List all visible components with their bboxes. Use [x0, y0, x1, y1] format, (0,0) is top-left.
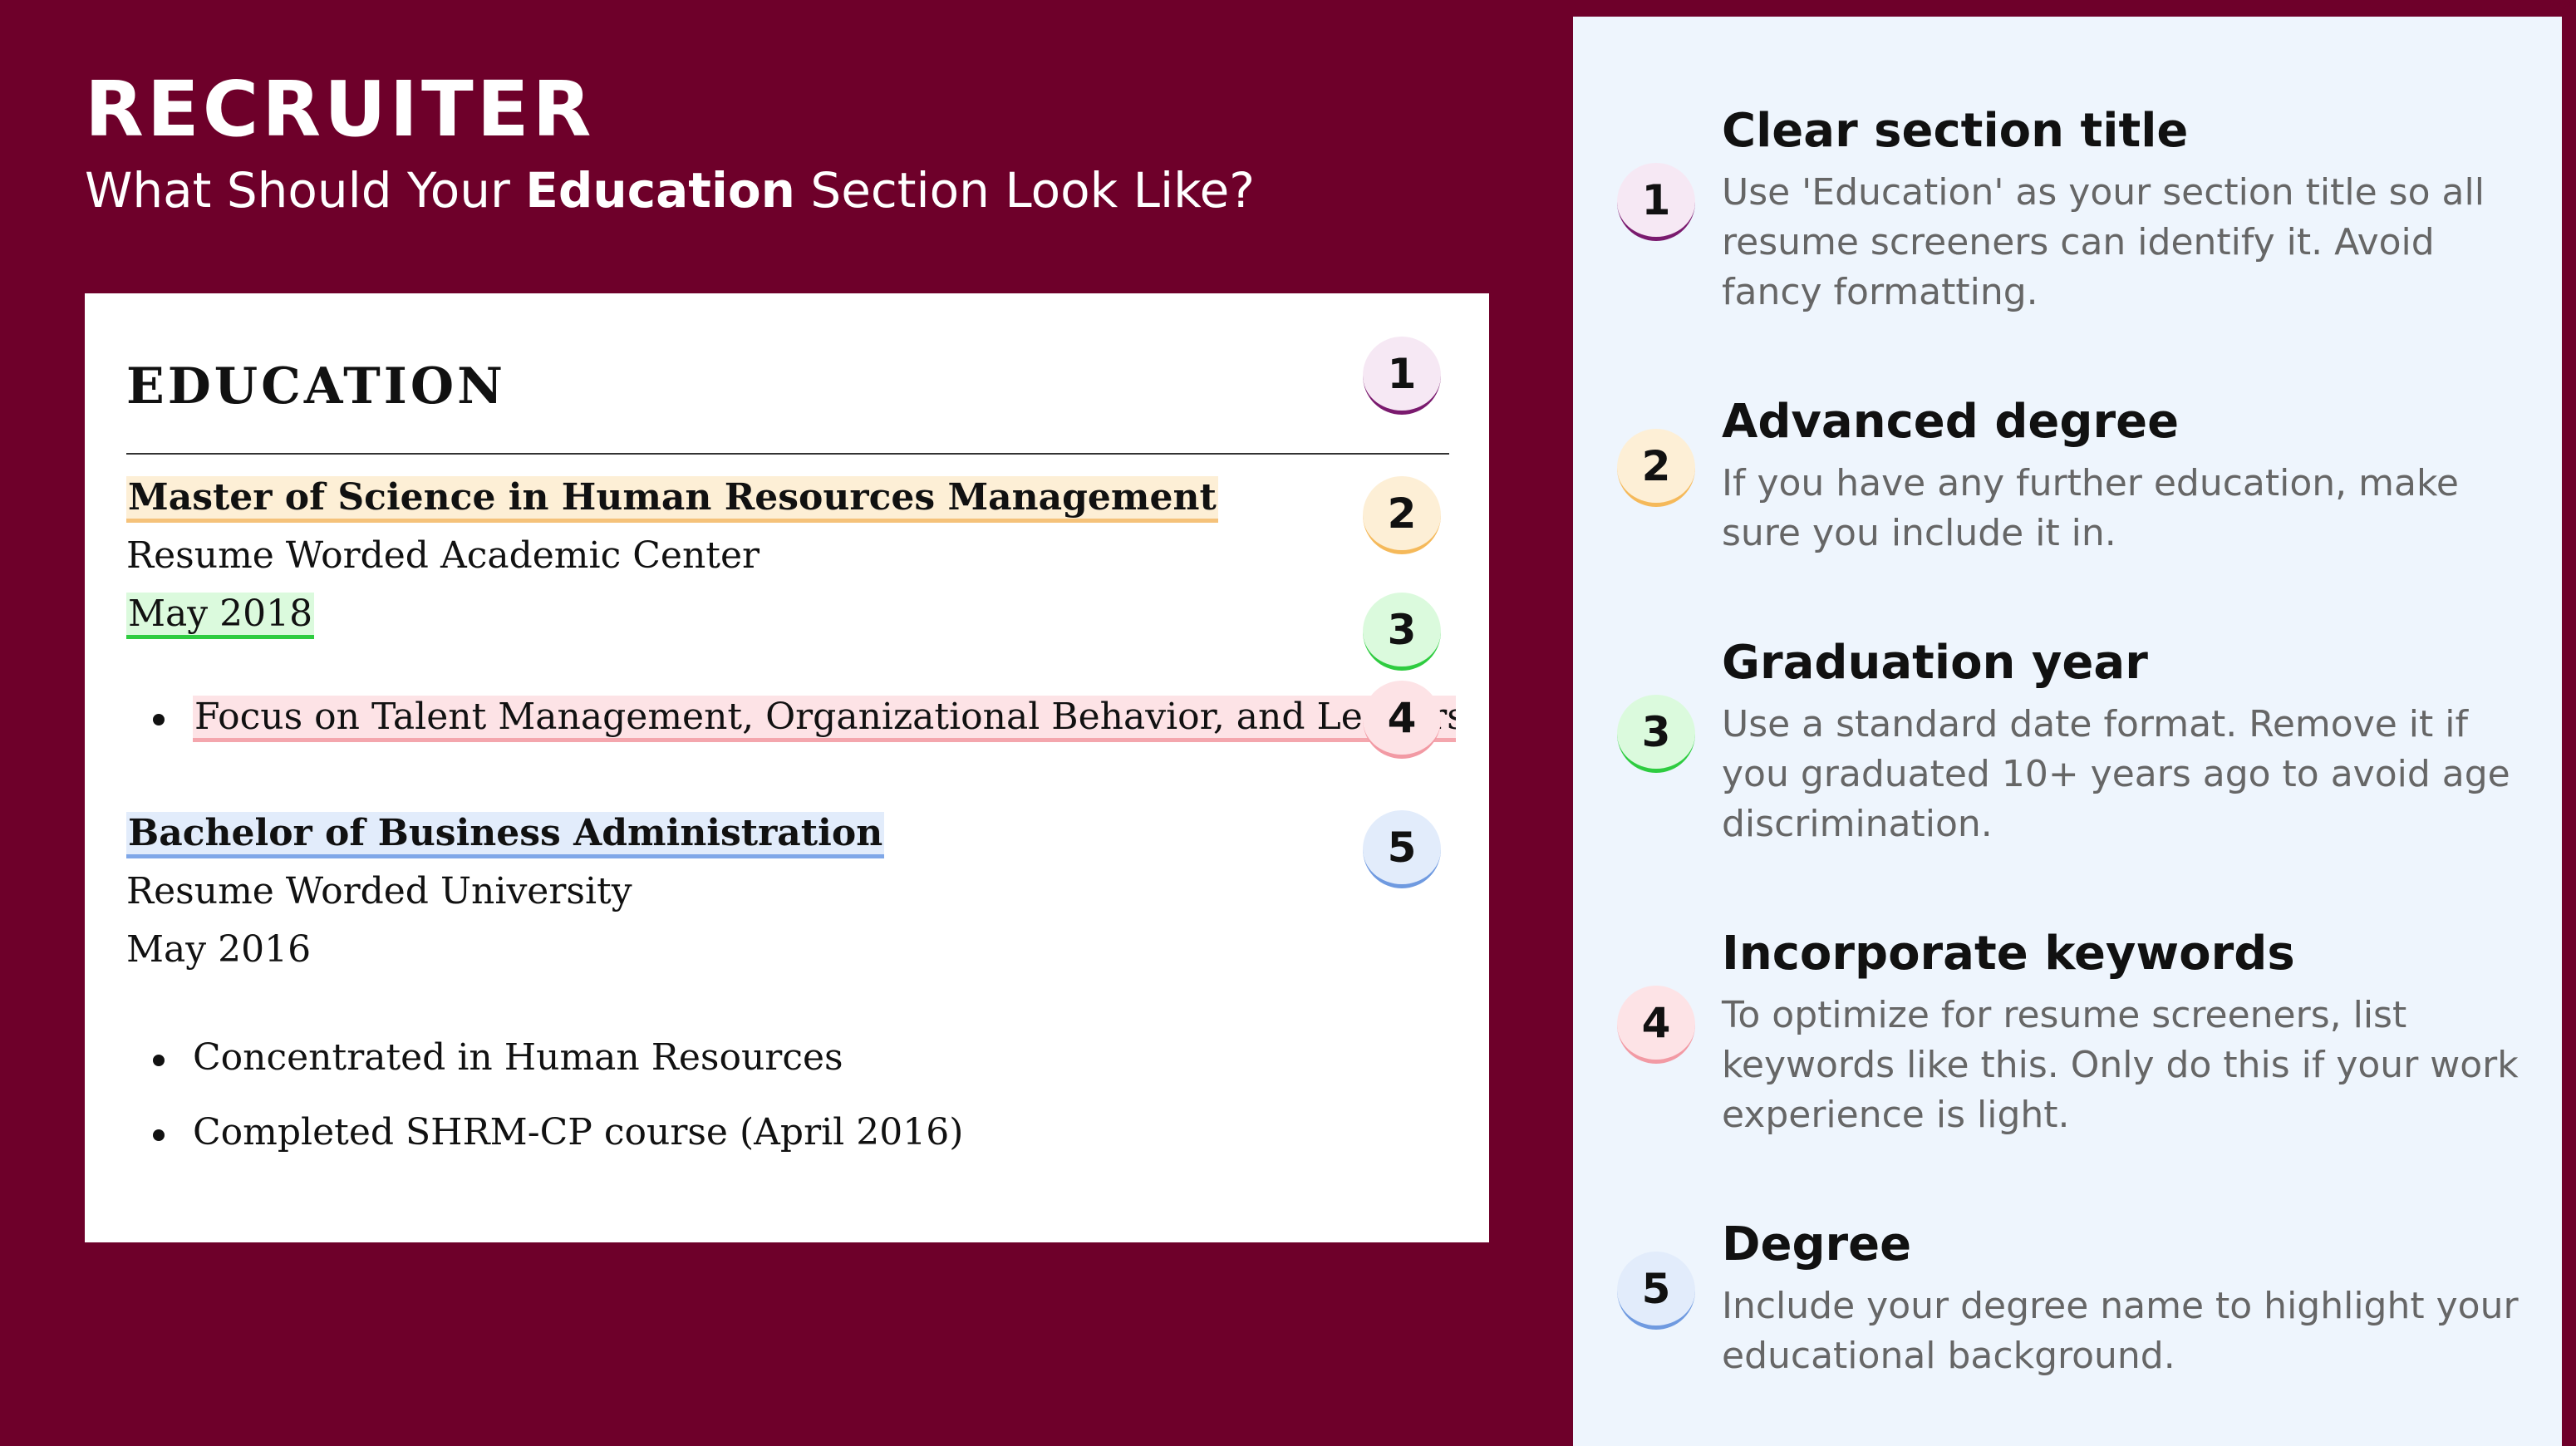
- tip-body-3: Use a standard date format. Remove it if…: [1722, 703, 2510, 845]
- badge-5: 5: [1363, 810, 1441, 888]
- page-subtitle: What Should Your Education Section Look …: [85, 166, 1255, 214]
- tip-title-2: Advanced degree: [1722, 395, 2180, 449]
- badge-3: 3: [1363, 593, 1441, 671]
- tip-badge-2: 2: [1617, 429, 1695, 507]
- tip-body-5: Include your degree name to highlight yo…: [1722, 1285, 2519, 1377]
- bullet-marker: [153, 714, 165, 725]
- degree2-bullet-1: Concentrated in Human Resources: [193, 1036, 843, 1079]
- degree2-school: Resume Worded University: [126, 870, 632, 912]
- bullet-marker: [153, 1129, 165, 1141]
- badge-4: 4: [1363, 681, 1441, 759]
- degree2-date: May 2016: [126, 928, 312, 971]
- degree1-date-highlight: May 2018: [126, 593, 315, 639]
- tip-badge-3: 3: [1617, 695, 1695, 773]
- degree2-name-highlight: Bachelor of Business Administration: [126, 812, 885, 858]
- badge-1: 1: [1363, 337, 1441, 415]
- degree2-name: Bachelor of Business Administration: [126, 809, 885, 858]
- degree1-date: May 2018: [126, 589, 315, 639]
- tip-title-1: Clear section title: [1722, 104, 2189, 158]
- tip-body-2: If you have any further education, make …: [1722, 462, 2459, 554]
- tip-badge-1: 1: [1617, 163, 1695, 241]
- degree1-name: Master of Science in Human Resources Man…: [126, 473, 1218, 523]
- degree2-bullet-2: Completed SHRM-CP course (April 2016): [193, 1111, 964, 1153]
- degree1-school: Resume Worded Academic Center: [126, 534, 760, 577]
- education-heading: EDUCATION: [126, 357, 506, 416]
- subtitle-emphasis: Education: [525, 162, 795, 219]
- bullet-marker: [153, 1055, 165, 1066]
- heading-divider: [126, 453, 1449, 455]
- degree1-name-highlight: Master of Science in Human Resources Man…: [126, 476, 1218, 523]
- page-title: RECRUITER: [85, 65, 595, 154]
- subtitle-suffix: Section Look Like?: [794, 162, 1256, 219]
- degree1-bullet: Focus on Talent Management, Organization…: [193, 692, 1456, 742]
- tip-body-4: To optimize for resume screeners, list k…: [1722, 994, 2519, 1136]
- badge-2: 2: [1363, 476, 1441, 554]
- tip-title-4: Incorporate keywords: [1722, 927, 2295, 981]
- tip-badge-4: 4: [1617, 986, 1695, 1064]
- keywords-highlight: Focus on Talent Management, Organization…: [193, 696, 1456, 742]
- tip-title-3: Graduation year: [1722, 636, 2148, 690]
- tip-body-1: Use 'Education' as your section title so…: [1722, 171, 2485, 313]
- tip-badge-5: 5: [1617, 1252, 1695, 1330]
- tip-title-5: Degree: [1722, 1217, 1912, 1271]
- resume-card: EDUCATION 1 Master of Science in Human R…: [85, 293, 1489, 1242]
- subtitle-prefix: What Should Your: [85, 162, 526, 219]
